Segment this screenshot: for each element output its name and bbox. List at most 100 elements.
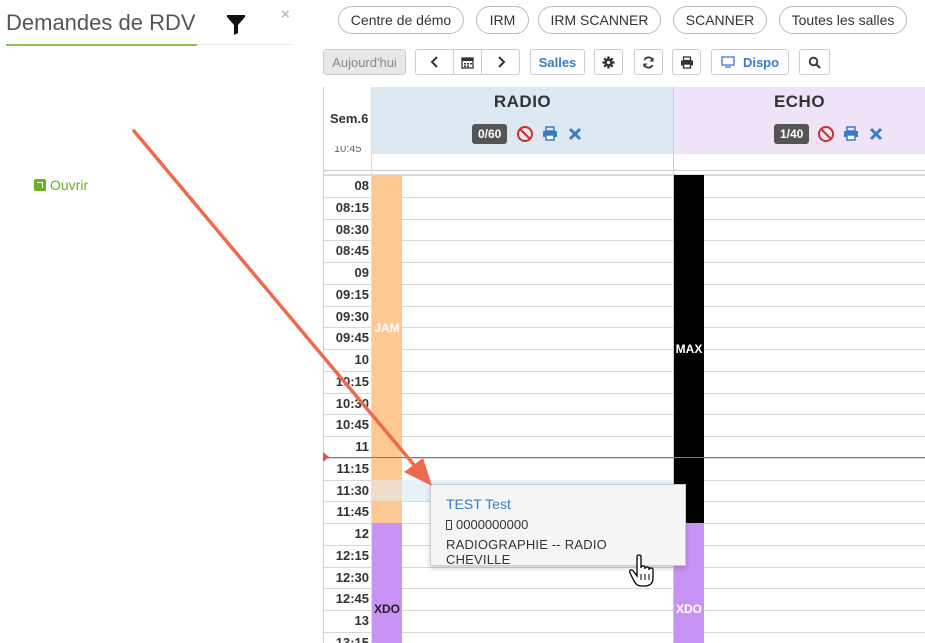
print-button[interactable] <box>672 49 701 75</box>
time-label: 12:30 <box>335 569 369 585</box>
block-icon[interactable] <box>516 125 534 143</box>
time-label: 09:15 <box>335 286 369 302</box>
room-filter-irm[interactable]: IRM <box>476 6 529 34</box>
time-label: 11 <box>355 439 369 454</box>
staff-block-jam-end[interactable] <box>372 501 402 523</box>
time-slot-row[interactable]: 13 <box>324 610 925 632</box>
filter-icon[interactable] <box>226 14 246 36</box>
refresh-icon <box>643 55 654 69</box>
time-label: 10:45 <box>335 417 369 433</box>
settings-button[interactable] <box>594 49 623 75</box>
time-slot-row[interactable]: 10:45 <box>324 414 925 436</box>
block-icon[interactable] <box>817 125 835 143</box>
search-icon <box>808 56 821 69</box>
week-label: Sem.6 <box>330 111 369 126</box>
phone-icon <box>446 519 452 530</box>
time-label: 08:45 <box>335 243 369 259</box>
time-label: 09 <box>354 265 369 280</box>
time-label: 12 <box>354 526 369 541</box>
time-slot-row[interactable]: 08 <box>324 175 925 197</box>
capacity-badge-echo: 1/40 <box>774 124 810 144</box>
tooltip-patient-name[interactable]: TEST Test <box>446 496 670 512</box>
time-label: 10:30 <box>335 395 369 411</box>
hand-cursor-icon <box>629 554 654 587</box>
capacity-badge-radio: 0/60 <box>472 124 508 144</box>
staff-block-xdo-radio[interactable]: XDO <box>372 523 402 643</box>
time-label: 13:15 <box>335 634 369 643</box>
refresh-button[interactable] <box>634 49 663 75</box>
time-slot-row[interactable]: 08:30 <box>324 218 925 241</box>
rooms-button[interactable]: Salles <box>530 49 585 75</box>
monitor-icon <box>721 56 735 68</box>
time-slot-row[interactable]: 09:45 <box>324 327 925 349</box>
column-header-radio: RADIO 0/60 <box>372 87 673 154</box>
open-link[interactable]: Ouvrir <box>34 177 88 193</box>
time-slot-row[interactable]: 12:30 <box>324 566 925 589</box>
time-column-divider <box>371 87 372 643</box>
open-icon <box>34 179 46 191</box>
time-slot-row[interactable]: 13:15 <box>324 631 925 643</box>
time-label: 13 <box>354 613 369 628</box>
cancel-icon[interactable] <box>867 125 885 143</box>
time-label: 11:30 <box>336 482 369 498</box>
hovered-slot-staff <box>372 480 402 501</box>
room-filter-all[interactable]: Toutes les salles <box>779 6 907 34</box>
time-slot-row[interactable]: 09 <box>324 262 925 284</box>
current-time-marker <box>323 452 329 462</box>
dispo-label: Dispo <box>742 54 780 70</box>
print-icon[interactable] <box>842 125 860 143</box>
gear-icon <box>602 56 615 68</box>
chevron-right-icon <box>497 56 505 68</box>
column-title-echo: ECHO <box>773 92 826 111</box>
room-filter-scanner[interactable]: SCANNER <box>673 6 767 34</box>
time-label: 10:15 <box>335 373 369 389</box>
room-filter-demo[interactable]: Centre de démo <box>338 6 464 34</box>
tooltip-phone-number: 0000000000 <box>456 517 529 532</box>
time-label: 11:15 <box>336 460 369 476</box>
open-link-label: Ouvrir <box>50 177 89 193</box>
time-slot-row[interactable]: 09:30 <box>324 305 925 328</box>
time-label: 08:30 <box>335 221 369 237</box>
current-time-line <box>324 457 925 458</box>
time-slot-row[interactable]: 10:30 <box>324 392 925 415</box>
staff-block-jam[interactable]: JAM <box>372 175 402 480</box>
time-label: 09:30 <box>335 308 369 324</box>
panel-title-underline <box>6 44 197 46</box>
print-icon <box>680 55 693 69</box>
time-slot-row[interactable]: 11:15 <box>324 457 925 480</box>
time-label: 10 <box>354 352 369 367</box>
header-separator <box>324 170 925 171</box>
cancel-icon[interactable] <box>566 125 584 143</box>
room-filter-irm-scanner[interactable]: IRM SCANNER <box>538 6 661 34</box>
time-label: 11:45 <box>336 504 369 520</box>
time-slot-row[interactable]: 10 <box>324 349 925 371</box>
chevron-left-icon <box>430 56 438 68</box>
time-label: 08 <box>354 178 369 193</box>
calendar-icon <box>461 56 474 69</box>
staff-block-max[interactable]: MAX <box>674 175 704 523</box>
time-label: 12:15 <box>335 547 369 563</box>
time-label: 12:45 <box>335 591 369 607</box>
time-label-partial: 10:45 <box>334 146 362 154</box>
search-button[interactable] <box>799 49 830 75</box>
time-slot-row[interactable]: 08:45 <box>324 240 925 262</box>
time-label: 09:45 <box>335 330 369 346</box>
prev-button[interactable] <box>415 49 454 75</box>
column-header-echo: ECHO 1/40 <box>674 87 925 154</box>
time-slot-row[interactable]: 11 <box>324 436 925 458</box>
time-slot-row[interactable]: 09:15 <box>324 283 925 306</box>
column-title-radio: RADIO <box>493 92 552 111</box>
time-slot-row[interactable]: 10:15 <box>324 370 925 393</box>
tooltip-phone: 0000000000 <box>446 517 670 532</box>
panel-title: Demandes de RDV <box>6 10 196 35</box>
close-icon[interactable]: × <box>281 6 290 23</box>
today-button[interactable]: Aujourd'hui <box>323 49 406 75</box>
next-button[interactable] <box>481 49 520 75</box>
print-icon[interactable] <box>541 125 559 143</box>
time-slot-row[interactable]: 08:15 <box>324 196 925 219</box>
time-label: 08:15 <box>335 199 369 215</box>
dispo-button[interactable]: Dispo <box>711 49 789 75</box>
time-slot-row[interactable]: 12:45 <box>324 588 925 610</box>
panel-divider <box>197 44 293 45</box>
date-picker-button[interactable] <box>453 49 482 75</box>
